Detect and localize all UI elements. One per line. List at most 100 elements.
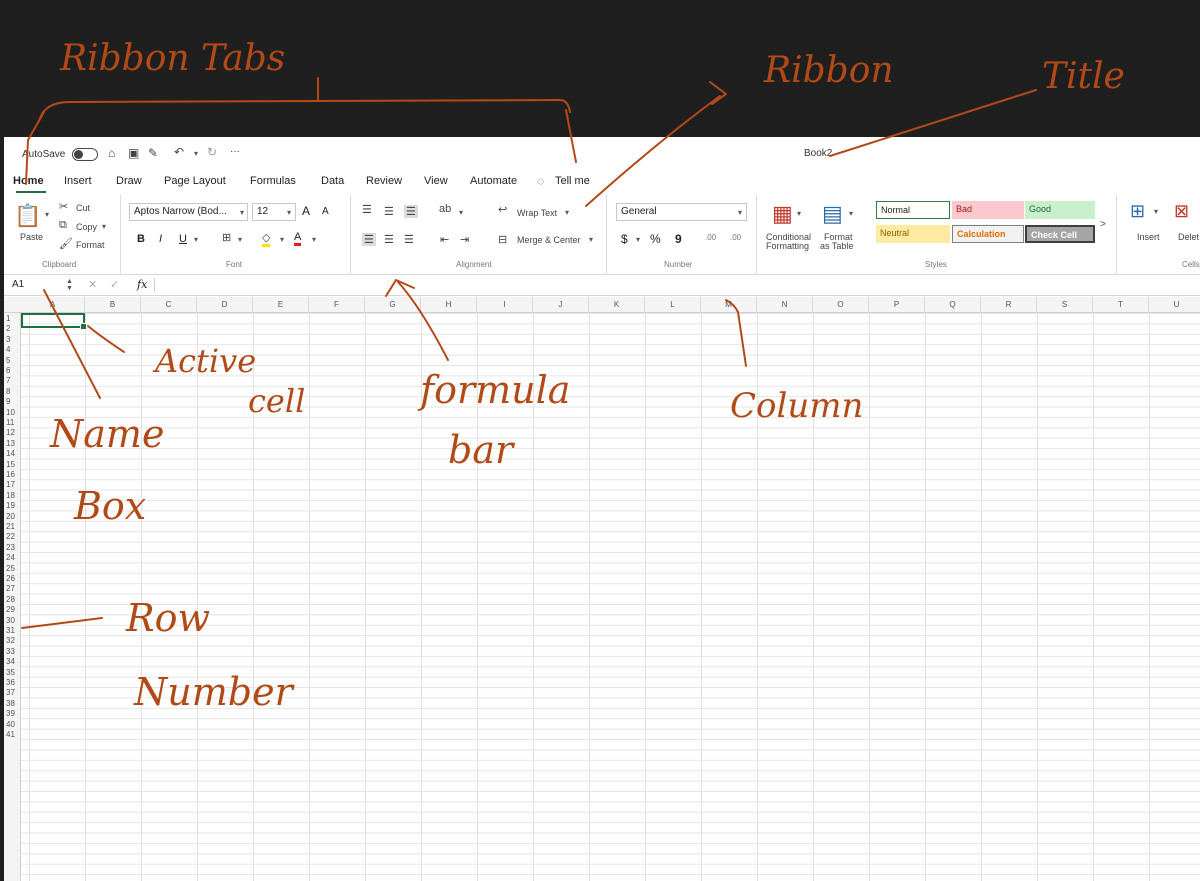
tell-me-search[interactable]: Tell me: [555, 175, 590, 187]
row-header-5[interactable]: 5: [4, 356, 21, 366]
row-header-37[interactable]: 37: [4, 688, 21, 698]
currency-button[interactable]: $: [621, 232, 628, 246]
copy-button[interactable]: Copy: [76, 222, 97, 232]
decrease-indent-icon[interactable]: ⇤: [440, 233, 449, 246]
fill-color-icon[interactable]: ◇: [262, 231, 271, 247]
tab-formulas[interactable]: Formulas: [250, 175, 296, 187]
row-header-12[interactable]: 12: [4, 428, 21, 438]
row-header-17[interactable]: 17: [4, 480, 21, 490]
font-color-dropdown-icon[interactable]: ▾: [312, 235, 316, 244]
tab-review[interactable]: Review: [366, 175, 402, 187]
orientation-dropdown-icon[interactable]: ▾: [459, 208, 463, 217]
insert-function-button[interactable]: fx: [137, 278, 147, 291]
align-right-icon[interactable]: ☰: [404, 233, 414, 246]
row-header-35[interactable]: 35: [4, 668, 21, 678]
style-check-cell[interactable]: Check Cell: [1025, 225, 1095, 243]
column-header-i[interactable]: I: [477, 297, 533, 313]
row-header-15[interactable]: 15: [4, 460, 21, 470]
copy-icon[interactable]: ⧉: [59, 219, 67, 232]
row-header-3[interactable]: 3: [4, 335, 21, 345]
row-header-39[interactable]: 39: [4, 709, 21, 719]
home-icon[interactable]: ⌂: [108, 146, 115, 160]
tab-view[interactable]: View: [424, 175, 448, 187]
cancel-entry-button[interactable]: ✕: [88, 278, 97, 291]
conditional-formatting-dropdown-icon[interactable]: ▾: [797, 209, 801, 218]
row-header-27[interactable]: 27: [4, 584, 21, 594]
tab-home[interactable]: Home: [13, 175, 44, 187]
tab-data[interactable]: Data: [321, 175, 344, 187]
row-header-34[interactable]: 34: [4, 657, 21, 667]
active-cell[interactable]: [21, 313, 87, 330]
row-header-33[interactable]: 33: [4, 647, 21, 657]
column-header-r[interactable]: R: [981, 297, 1037, 313]
insert-dropdown-icon[interactable]: ▾: [1154, 207, 1158, 216]
paste-dropdown-icon[interactable]: ▾: [45, 210, 49, 219]
style-bad[interactable]: Bad: [952, 201, 1024, 219]
column-header-h[interactable]: H: [421, 297, 477, 313]
row-header-28[interactable]: 28: [4, 595, 21, 605]
redo-icon[interactable]: ↻: [207, 145, 217, 159]
column-header-p[interactable]: P: [869, 297, 925, 313]
copy-dropdown-icon[interactable]: ▾: [102, 222, 106, 231]
column-header-o[interactable]: O: [813, 297, 869, 313]
align-bottom-icon[interactable]: ☰: [404, 205, 418, 218]
row-header-16[interactable]: 16: [4, 470, 21, 480]
row-header-41[interactable]: 41: [4, 730, 21, 740]
row-header-8[interactable]: 8: [4, 387, 21, 397]
currency-dropdown-icon[interactable]: ▾: [636, 235, 640, 244]
row-header-31[interactable]: 31: [4, 626, 21, 636]
insert-cells-button[interactable]: Insert: [1137, 232, 1160, 242]
row-header-10[interactable]: 10: [4, 408, 21, 418]
row-header-18[interactable]: 18: [4, 491, 21, 501]
row-header-19[interactable]: 19: [4, 501, 21, 511]
row-header-26[interactable]: 26: [4, 574, 21, 584]
row-header-22[interactable]: 22: [4, 532, 21, 542]
tab-insert[interactable]: Insert: [64, 175, 92, 187]
row-header-23[interactable]: 23: [4, 543, 21, 553]
row-header-11[interactable]: 11: [4, 418, 21, 428]
row-header-21[interactable]: 21: [4, 522, 21, 532]
row-header-40[interactable]: 40: [4, 720, 21, 730]
percent-button[interactable]: %: [650, 232, 661, 246]
name-box-stepper-icon[interactable]: ▲ ▼: [66, 278, 73, 292]
name-box[interactable]: A1: [12, 279, 24, 290]
column-header-k[interactable]: K: [589, 297, 645, 313]
grow-font-button[interactable]: A: [302, 204, 310, 218]
decrease-decimal-button[interactable]: .00: [730, 233, 741, 242]
align-top-icon[interactable]: ☰: [362, 203, 372, 216]
increase-decimal-button[interactable]: .00: [705, 233, 716, 242]
undo-icon[interactable]: ↶: [174, 145, 184, 159]
undo-dropdown-icon[interactable]: ▾: [194, 149, 198, 158]
cut-button[interactable]: Cut: [76, 203, 90, 213]
column-header-d[interactable]: D: [197, 297, 253, 313]
row-header-2[interactable]: 2: [4, 324, 21, 334]
styles-more-arrow-icon[interactable]: >: [1100, 219, 1106, 230]
style-calculation[interactable]: Calculation: [952, 225, 1024, 243]
row-header-14[interactable]: 14: [4, 449, 21, 459]
italic-button[interactable]: I: [159, 233, 162, 245]
borders-icon[interactable]: ⊞: [222, 231, 231, 244]
borders-dropdown-icon[interactable]: ▾: [238, 235, 242, 244]
font-name-dropdown[interactable]: Aptos Narrow (Bod...: [129, 203, 248, 221]
save-icon[interactable]: ▣: [128, 146, 139, 160]
bold-button[interactable]: B: [137, 233, 145, 245]
row-header-36[interactable]: 36: [4, 678, 21, 688]
column-header-u[interactable]: U: [1149, 297, 1200, 313]
row-header-7[interactable]: 7: [4, 376, 21, 386]
enter-entry-button[interactable]: ✓: [110, 278, 119, 291]
column-header-e[interactable]: E: [253, 297, 309, 313]
comma-style-button[interactable]: 9: [675, 232, 682, 246]
column-header-a[interactable]: A: [21, 297, 85, 313]
cut-icon[interactable]: ✂: [59, 200, 68, 213]
column-header-c[interactable]: C: [141, 297, 197, 313]
column-header-f[interactable]: F: [309, 297, 365, 313]
align-center-icon[interactable]: ☰: [384, 233, 394, 246]
fill-color-dropdown-icon[interactable]: ▾: [280, 235, 284, 244]
tab-draw[interactable]: Draw: [116, 175, 142, 187]
merge-center-button[interactable]: Merge & Center: [517, 235, 581, 245]
underline-dropdown-icon[interactable]: ▾: [194, 235, 198, 244]
column-header-j[interactable]: J: [533, 297, 589, 313]
column-header-n[interactable]: N: [757, 297, 813, 313]
row-header-30[interactable]: 30: [4, 616, 21, 626]
orientation-icon[interactable]: ab: [439, 203, 451, 215]
